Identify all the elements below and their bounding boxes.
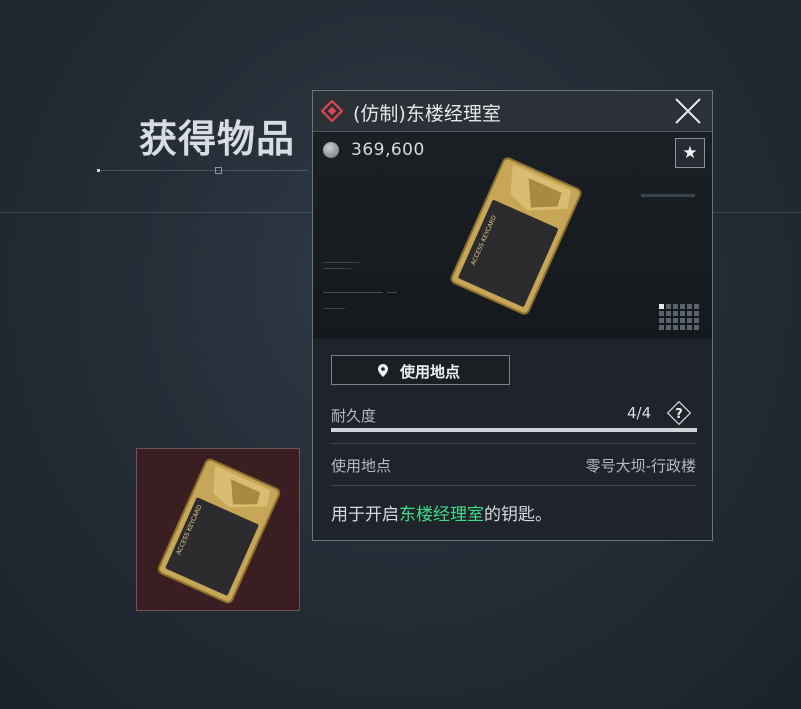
star-icon[interactable]: ★ [675, 138, 705, 168]
close-icon[interactable] [671, 95, 705, 127]
keycard-thumbnail-image: ACCESS KEYCARD [157, 458, 281, 604]
durability-value: 4/4 [627, 404, 652, 422]
coin-icon [323, 142, 339, 158]
item-preview: 369,600 ★ ACCESS KEYCARD [313, 132, 712, 339]
title-underline-dot [97, 169, 100, 172]
item-price: 369,600 [351, 140, 425, 160]
help-icon-glyph: ? [675, 407, 683, 422]
item-description: 用于开启东楼经理室的钥匙。 [331, 500, 552, 525]
durability-bar [331, 428, 697, 432]
item-size-grid-icon [659, 304, 699, 330]
use-location-button[interactable]: 使用地点 [331, 355, 510, 385]
panel-header: (仿制)东楼经理室 [313, 91, 712, 132]
help-icon[interactable]: ? [666, 400, 692, 426]
item-detail-panel: (仿制)东楼经理室 369,600 ★ ACCESS KEYCARD 使用地点 … [312, 90, 713, 541]
background-line [641, 194, 695, 197]
background-blueprint-lines [323, 262, 397, 309]
divider [331, 443, 697, 444]
rarity-diamond-icon [321, 100, 343, 122]
description-suffix: 的钥匙。 [484, 505, 552, 525]
item-name: (仿制)东楼经理室 [353, 103, 501, 125]
page-title: 获得物品 [139, 117, 296, 161]
use-location-button-label: 使用地点 [400, 363, 461, 381]
description-highlight: 东楼经理室 [399, 505, 484, 525]
description-prefix: 用于开启 [331, 505, 399, 525]
obtained-item-slot[interactable]: ACCESS KEYCARD [136, 448, 300, 611]
durability-bar-fill [331, 428, 697, 432]
durability-label: 耐久度 [331, 407, 377, 425]
map-pin-icon [378, 364, 388, 377]
keycard-preview-image: ACCESS KEYCARD [450, 157, 582, 315]
title-underline [98, 170, 308, 171]
location-label: 使用地点 [331, 457, 392, 475]
divider [331, 485, 697, 486]
location-value: 零号大坝-行政楼 [585, 457, 696, 475]
title-underline-square [215, 167, 222, 174]
